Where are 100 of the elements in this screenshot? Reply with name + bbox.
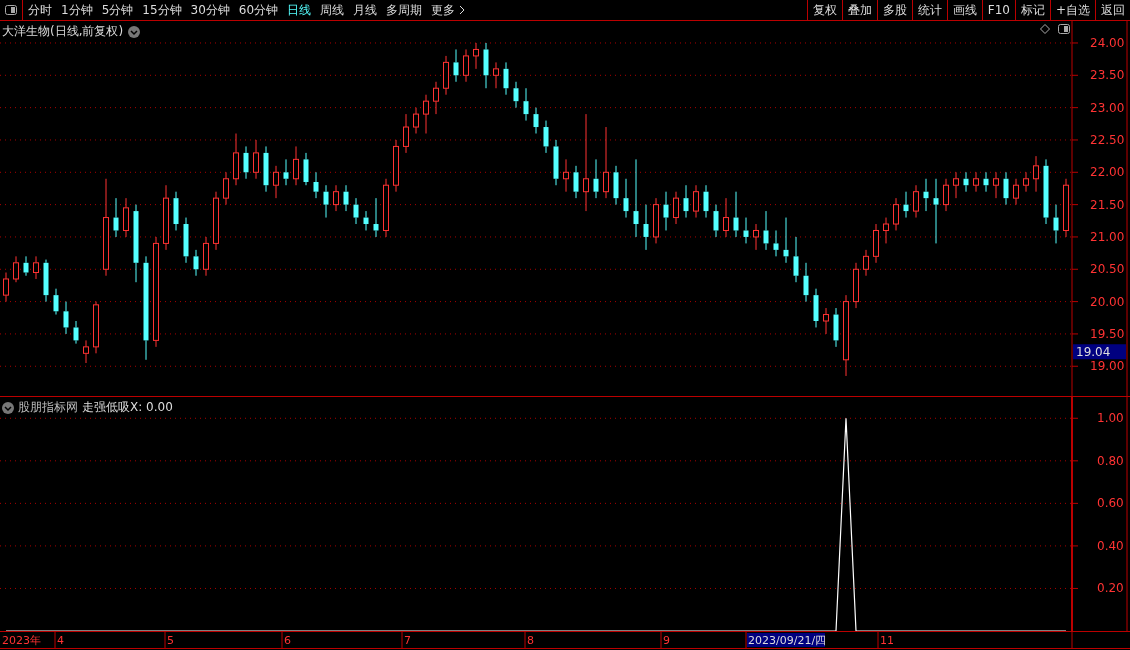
candlestick <box>763 210 769 251</box>
period-tab[interactable]: 60分钟 <box>238 1 279 19</box>
toolbar-button[interactable]: 叠加 <box>841 0 877 20</box>
candlestick <box>513 81 519 109</box>
date-label: 6 <box>284 634 291 647</box>
candlestick <box>863 249 869 277</box>
candlestick <box>1063 178 1069 238</box>
candlestick <box>333 184 339 212</box>
toolbar-button[interactable]: 画线 <box>946 0 982 20</box>
candlestick <box>563 158 569 193</box>
axis-label: 23.50 <box>1090 68 1125 83</box>
candlestick <box>893 197 899 231</box>
more-button[interactable]: 更多 <box>431 1 466 19</box>
toolbar-button[interactable]: 统计 <box>911 0 947 20</box>
candlestick <box>963 171 969 193</box>
candlestick <box>33 255 39 280</box>
period-tab[interactable]: 1分钟 <box>61 1 93 19</box>
candlestick <box>783 217 789 264</box>
candlestick <box>643 204 649 251</box>
toolbar-button[interactable]: 返回 <box>1095 0 1130 20</box>
candlestick <box>13 255 19 283</box>
candlestick <box>613 165 619 206</box>
axis-label: 0.40 <box>1097 538 1124 553</box>
period-tab[interactable]: 15分钟 <box>142 1 182 19</box>
candlestick <box>53 288 59 316</box>
candlestick <box>903 191 909 219</box>
candlestick <box>983 171 989 193</box>
candlestick <box>493 61 499 89</box>
candlestick <box>693 184 699 219</box>
candlestick <box>213 191 219 251</box>
panel-toggle-icon[interactable] <box>1058 24 1070 34</box>
candlestick <box>503 61 509 96</box>
axis-label: 0.80 <box>1097 453 1124 468</box>
candlestick <box>953 171 959 199</box>
candlestick <box>943 178 949 212</box>
axis-label: 20.50 <box>1090 262 1125 277</box>
axis-label: 0.20 <box>1097 581 1124 596</box>
candlestick <box>653 197 659 244</box>
candlestick <box>793 236 799 283</box>
candlestick <box>193 249 199 277</box>
candlestick <box>113 197 119 238</box>
candlestick <box>1023 171 1029 193</box>
candlestick <box>1003 171 1009 206</box>
axis-label: 23.00 <box>1090 100 1125 115</box>
date-label: 2023年 <box>2 634 41 647</box>
candlestick <box>373 197 379 238</box>
toolbar-button[interactable]: F10 <box>981 0 1015 20</box>
period-tab[interactable]: 月线 <box>353 1 378 19</box>
candlestick <box>973 171 979 193</box>
candlestick <box>553 139 559 186</box>
period-tab[interactable]: 5分钟 <box>101 1 134 19</box>
toolbar-button[interactable]: +自选 <box>1049 0 1095 20</box>
candlestick <box>43 259 49 303</box>
candlestick <box>1043 158 1049 225</box>
period-tab[interactable]: 多周期 <box>386 1 423 19</box>
toolbar-button[interactable]: 标记 <box>1014 0 1050 20</box>
candlestick <box>713 204 719 238</box>
candlestick <box>93 301 99 354</box>
period-tab[interactable]: 30分钟 <box>190 1 230 19</box>
candlestick <box>73 320 79 345</box>
candlestick <box>823 307 829 335</box>
candlestick <box>463 48 469 83</box>
candlestick <box>393 139 399 193</box>
date-label: 11 <box>880 634 894 647</box>
candlestick <box>913 184 919 219</box>
candlestick <box>63 301 69 335</box>
candlestick <box>123 197 129 238</box>
period-tab[interactable]: 日线 <box>287 1 312 19</box>
candlestick <box>773 230 779 257</box>
candlestick <box>403 113 409 154</box>
candlestick <box>883 217 889 244</box>
axis-label: 19.00 <box>1090 359 1125 374</box>
current-price-label: 19.04 <box>1073 344 1126 360</box>
candlestick <box>183 217 189 264</box>
candlestick <box>283 158 289 186</box>
candlestick <box>1013 178 1019 206</box>
candlestick <box>443 55 449 96</box>
diamond-icon[interactable] <box>1040 24 1050 34</box>
period-tab[interactable]: 周线 <box>320 1 345 19</box>
candlestick <box>733 191 739 238</box>
toolbar-button[interactable]: 复权 <box>806 0 842 20</box>
candlestick <box>413 107 419 134</box>
axis-label: 21.50 <box>1090 197 1125 212</box>
candlestick <box>1053 204 1059 244</box>
candlestick <box>543 120 549 154</box>
candlestick <box>673 191 679 225</box>
period-tab[interactable]: 分时 <box>28 1 52 19</box>
date-label: 8 <box>527 634 534 647</box>
axis-label: 22.50 <box>1090 132 1125 147</box>
panel-toggle-icon[interactable] <box>5 5 17 15</box>
dropdown-icon[interactable] <box>128 25 141 38</box>
dropdown-icon[interactable] <box>2 401 14 414</box>
candlestick <box>923 178 929 212</box>
candlestick <box>203 236 209 277</box>
candlestick <box>803 262 809 303</box>
toolbar-button[interactable]: 多股 <box>876 0 912 20</box>
candlestick <box>273 165 279 199</box>
candlestick <box>163 184 169 251</box>
candlestick <box>3 272 9 303</box>
candlestick <box>853 262 859 309</box>
